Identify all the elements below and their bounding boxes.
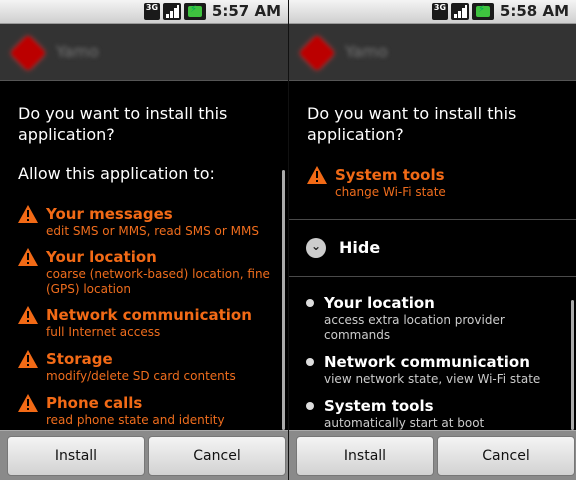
status-bar: 3G 5:58 AM xyxy=(289,0,576,24)
install-button[interactable]: Install xyxy=(296,436,434,476)
screen-right: 3G 5:58 AM Yamo Do you want to install t… xyxy=(288,0,576,480)
app-name: Yamo xyxy=(345,42,388,61)
button-bar: Install Cancel xyxy=(0,430,288,480)
cancel-button[interactable]: Cancel xyxy=(437,436,575,476)
permission-title: Phone calls xyxy=(46,394,143,412)
divider xyxy=(289,276,576,277)
network-3g-icon: 3G xyxy=(432,3,448,20)
status-bar: 3G 5:57 AM xyxy=(0,0,288,24)
permission-desc: change Wi-Fi state xyxy=(335,185,446,199)
warning-icon xyxy=(18,205,38,223)
cancel-button[interactable]: Cancel xyxy=(148,436,286,476)
bullet-icon xyxy=(306,402,314,410)
hide-toggle[interactable]: ⌄ Hide xyxy=(289,220,576,275)
title-bar: Yamo xyxy=(289,24,576,81)
permission-desc: full Internet access xyxy=(46,325,161,339)
scrollbar[interactable] xyxy=(282,170,285,430)
app-icon xyxy=(10,35,46,71)
network-3g-icon: 3G xyxy=(144,3,160,20)
status-icons: 3G xyxy=(144,3,206,20)
install-question: Do you want to install this application? xyxy=(18,104,228,144)
permission-title: Storage xyxy=(46,350,113,368)
app-name: Yamo xyxy=(56,42,99,61)
permission-title: Your messages xyxy=(46,205,173,223)
title-bar: Yamo xyxy=(0,24,288,81)
scrollbar[interactable] xyxy=(571,300,574,430)
clock: 5:58 AM xyxy=(499,2,569,20)
permission-desc: access extra location provider commands xyxy=(324,313,505,342)
chevron-down-icon: ⌄ xyxy=(306,238,326,258)
warning-icon xyxy=(18,394,38,412)
permission-title: Your location xyxy=(324,294,435,312)
bullet-icon xyxy=(306,299,314,307)
allow-header: Allow this application to: xyxy=(18,164,215,183)
permission-desc: modify/delete SD card contents xyxy=(46,369,236,383)
warning-icon xyxy=(18,350,38,368)
permission-desc: coarse (network-based) location, fine (G… xyxy=(46,267,270,296)
screen-left: 3G 5:57 AM Yamo Do you want to install t… xyxy=(0,0,288,480)
battery-charging-icon xyxy=(184,3,206,20)
clock: 5:57 AM xyxy=(211,2,281,20)
permission-desc: automatically start at boot xyxy=(324,416,485,430)
warning-icon xyxy=(18,306,38,324)
screens: 3G 5:57 AM Yamo Do you want to install t… xyxy=(0,0,576,480)
permission-title: System tools xyxy=(324,397,434,415)
warning-icon xyxy=(307,166,327,184)
button-bar: Install Cancel xyxy=(289,430,576,480)
app-icon xyxy=(299,35,335,71)
bullet-icon xyxy=(306,358,314,366)
permission-title: Network communication xyxy=(324,353,530,371)
permission-desc: edit SMS or MMS, read SMS or MMS xyxy=(46,224,259,238)
install-button[interactable]: Install xyxy=(7,436,145,476)
permission-title: Your location xyxy=(46,248,157,266)
hide-label: Hide xyxy=(339,238,381,257)
permission-title: Network communication xyxy=(46,306,252,324)
permission-title: System tools xyxy=(335,166,445,184)
signal-icon xyxy=(451,3,469,20)
install-question: Do you want to install this application? xyxy=(307,104,517,144)
status-icons: 3G xyxy=(432,3,494,20)
permission-desc: view network state, view Wi-Fi state xyxy=(324,372,541,386)
signal-icon xyxy=(163,3,181,20)
permission-desc: read phone state and identity xyxy=(46,413,225,427)
warning-icon xyxy=(18,248,38,266)
battery-charging-icon xyxy=(472,3,494,20)
